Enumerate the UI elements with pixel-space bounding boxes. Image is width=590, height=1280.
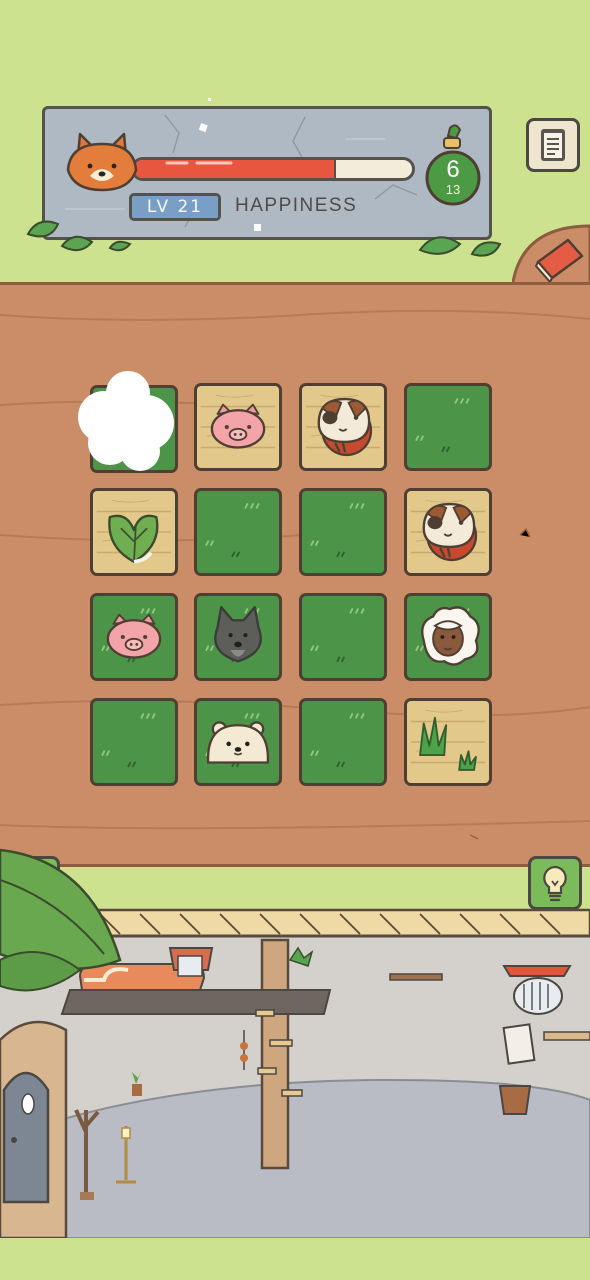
tile-r1-c4[interactable] [404,383,492,471]
hamster-icon [302,386,384,468]
animal-house-scene [0,848,590,1240]
wolf-icon [197,596,279,678]
sparkle-particles [198,98,376,295]
tile-r1-c2[interactable] [194,383,282,471]
sheep-icon [407,596,489,678]
tile-r3-c1[interactable] [90,593,178,681]
game-board [0,282,590,867]
tile-r4-c3[interactable] [299,698,387,786]
tile-r2-c3[interactable] [299,488,387,576]
tile-r2-c2[interactable] [194,488,282,576]
tile-r2-c4[interactable] [404,488,492,576]
tile-r4-c1[interactable] [90,698,178,786]
tall-grass-icon [407,701,489,783]
tile-r3-c2[interactable] [194,593,282,681]
polar-bear-icon [197,701,279,783]
pig-icon [197,386,279,468]
big-leaf-decoration [0,848,122,992]
tile-r2-c1[interactable] [90,488,178,576]
tile-r4-c4[interactable] [404,698,492,786]
pig-icon [93,596,175,678]
tile-r3-c4[interactable] [404,593,492,681]
tile-r1-c3[interactable] [299,383,387,471]
hamster-icon [407,491,489,573]
bottom-grass-strip [0,1238,590,1280]
tile-r3-c3[interactable] [299,593,387,681]
dust-cloud-effect [74,365,184,475]
tile-r4-c2[interactable] [194,698,282,786]
spinach-icon [93,491,175,573]
